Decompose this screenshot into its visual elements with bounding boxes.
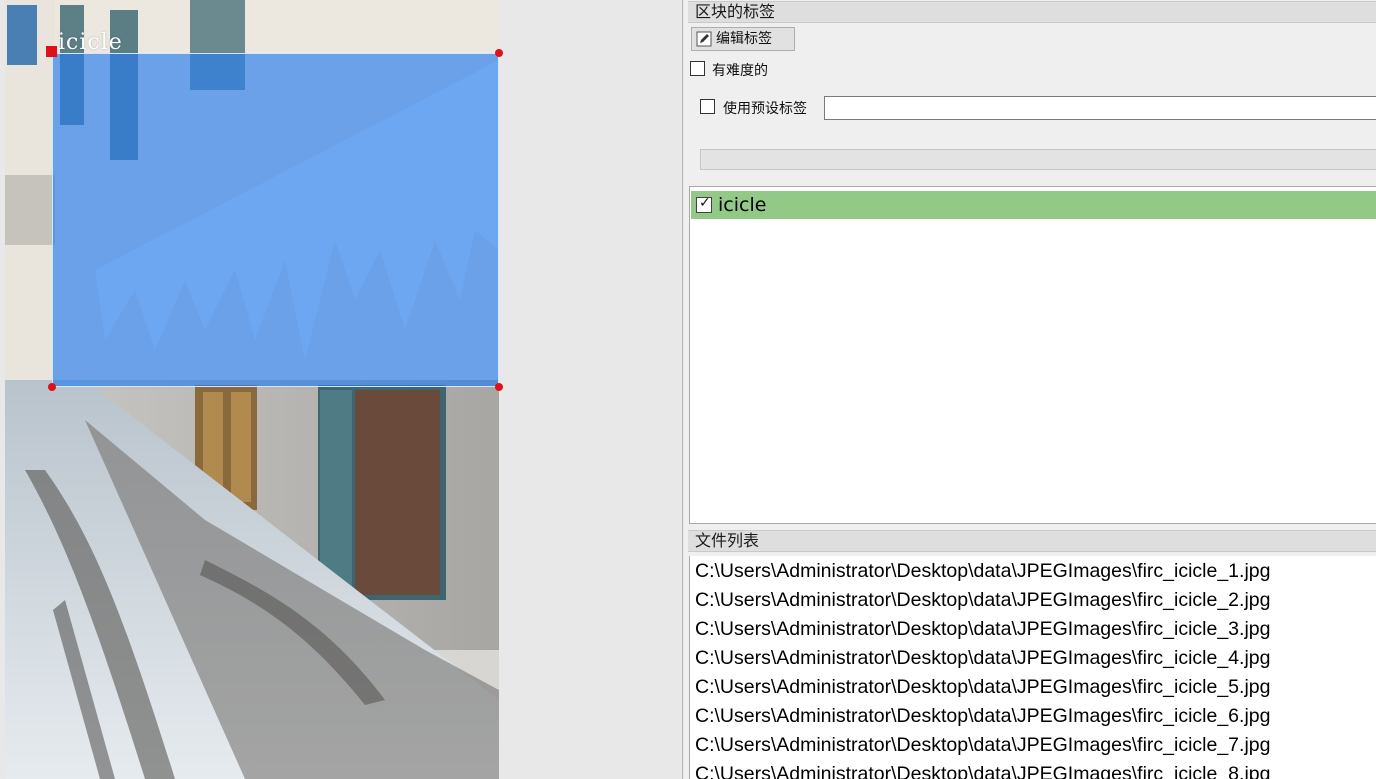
bbox-handle-bottom-right[interactable] [495,383,503,391]
bbox-handle-top-right[interactable] [495,49,503,57]
edit-label-button-text: 编辑标签 [716,31,772,47]
file-list-item[interactable]: C:\Users\Administrator\Desktop\data\JPEG… [695,560,1270,583]
file-list-item[interactable]: C:\Users\Administrator\Desktop\data\JPEG… [695,618,1270,641]
bbox-handle-bottom-left[interactable] [48,383,56,391]
default-label-input[interactable] [824,96,1376,120]
use-default-label-checkbox[interactable] [700,99,715,114]
file-list-item[interactable]: C:\Users\Administrator\Desktop\data\JPEG… [695,647,1270,670]
bounding-box[interactable] [52,53,499,387]
file-list-item[interactable]: C:\Users\Administrator\Desktop\data\JPEG… [695,705,1270,728]
edit-label-button[interactable]: 编辑标签 [691,27,795,51]
file-list-item[interactable]: C:\Users\Administrator\Desktop\data\JPEG… [695,763,1270,779]
label-item-checkbox[interactable]: ✓ [696,195,712,213]
file-panel-title: 文件列表 [688,530,1376,552]
image-canvas[interactable]: icicle [0,0,683,779]
progress-bar [700,149,1376,170]
bbox-handle-top-left[interactable] [46,46,57,57]
tag-panel-title: 区块的标签 [688,1,1376,23]
difficult-checkbox[interactable] [690,61,705,76]
file-list-item[interactable]: C:\Users\Administrator\Desktop\data\JPEG… [695,734,1270,757]
label-list-item[interactable]: ✓ icicle [691,191,1376,219]
difficult-checkbox-label: 有难度的 [712,63,768,79]
file-list-item[interactable]: C:\Users\Administrator\Desktop\data\JPEG… [695,676,1270,699]
label-list[interactable]: ✓ icicle [689,186,1376,524]
file-list[interactable]: C:\Users\Administrator\Desktop\data\JPEG… [689,556,1376,779]
bbox-label: icicle [58,30,123,55]
label-item-text: icicle [718,194,767,216]
checkmark-icon: ✓ [699,195,711,211]
edit-pencil-icon [696,31,712,47]
use-default-label-text: 使用预设标签 [723,101,807,117]
file-list-item[interactable]: C:\Users\Administrator\Desktop\data\JPEG… [695,589,1270,612]
